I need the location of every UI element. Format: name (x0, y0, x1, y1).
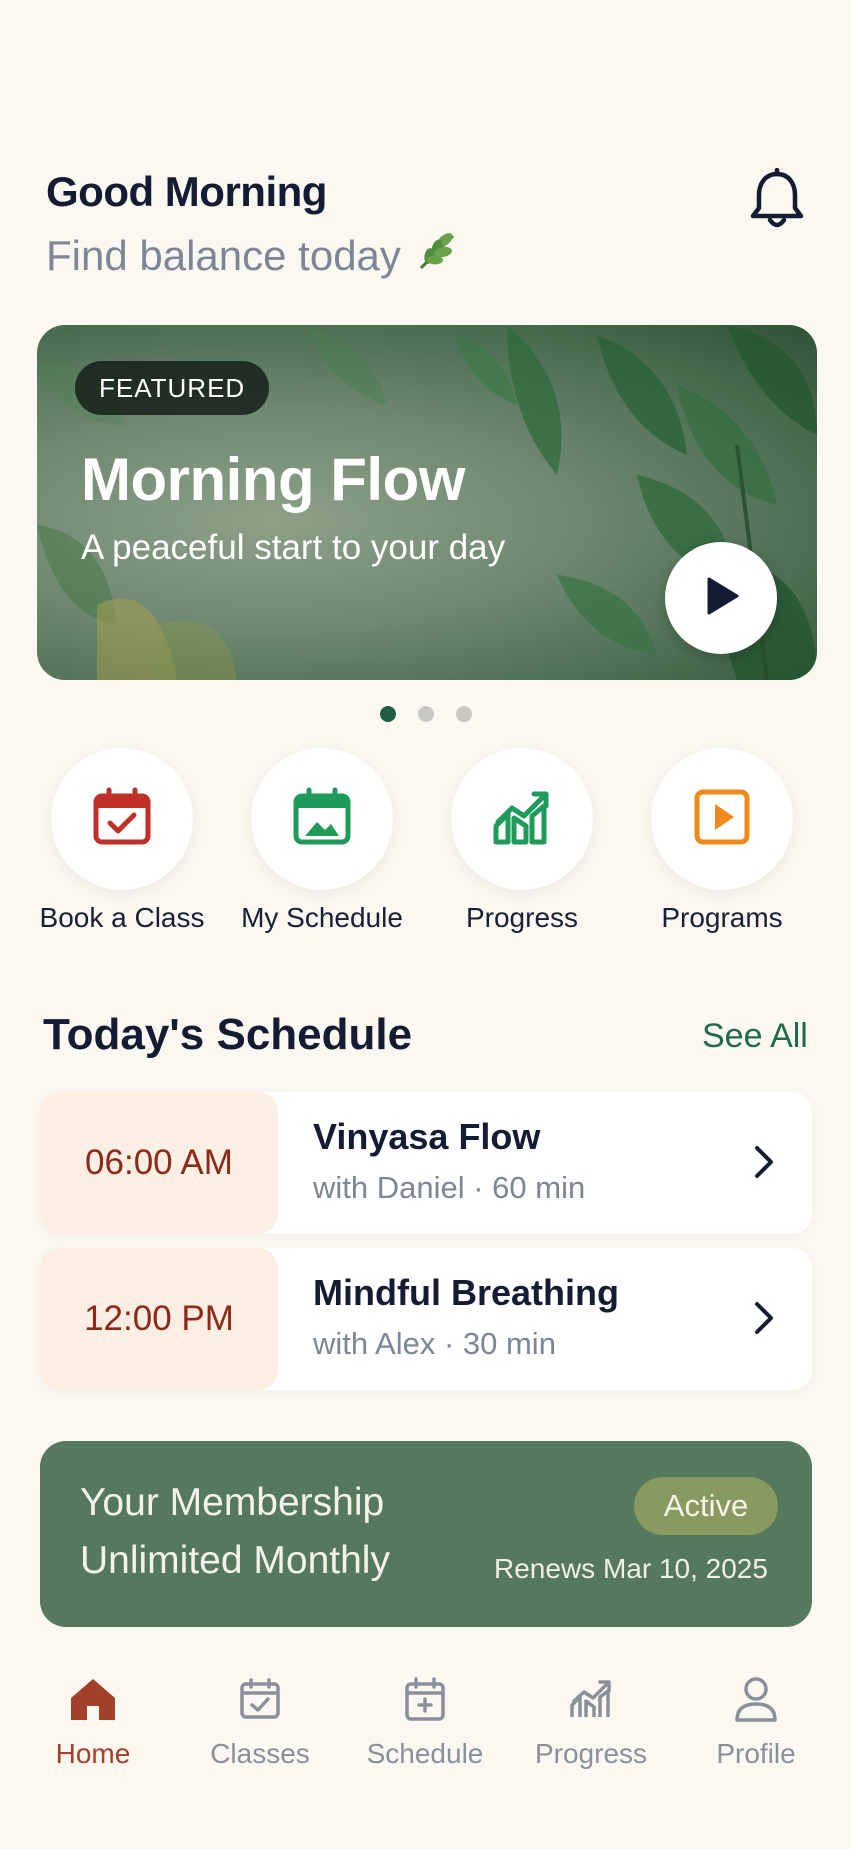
membership-plan: Unlimited Monthly (80, 1539, 390, 1582)
class-name: Mindful Breathing (313, 1272, 619, 1313)
featured-badge: FEATURED (75, 361, 270, 415)
greeting-subtitle: Find balance today (46, 228, 461, 284)
bell-icon[interactable] (748, 167, 806, 232)
schedule-item[interactable]: 12:00 PM Mindful Breathing with Alex · 3… (40, 1248, 812, 1390)
chart-up-icon (516, 1672, 666, 1726)
carousel-indicator (380, 706, 472, 722)
quick-action-programs[interactable]: Programs (622, 748, 822, 934)
schedule-time: 12:00 PM (40, 1248, 278, 1390)
chart-up-icon (490, 786, 554, 853)
quick-action-my-schedule[interactable]: My Schedule (222, 748, 422, 934)
chevron-right-icon[interactable] (752, 1142, 776, 1187)
home-icon (18, 1672, 168, 1726)
quick-action-label: Progress (465, 902, 579, 933)
calendar-icon (291, 786, 353, 853)
schedule-title: Today's Schedule (43, 1010, 413, 1059)
nav-label: Schedule (366, 1738, 484, 1769)
nav-classes[interactable]: Classes (185, 1672, 335, 1770)
leaf-icon (415, 228, 461, 284)
schedule-item[interactable]: 06:00 AM Vinyasa Flow with Daniel · 60 m… (40, 1092, 812, 1234)
user-icon (681, 1672, 831, 1726)
calendar-check-icon (185, 1672, 335, 1726)
quick-action-circle[interactable] (51, 748, 193, 890)
quick-action-label: Book a Class (39, 902, 205, 933)
membership-heading: Your Membership (80, 1481, 385, 1524)
nav-label: Progress (534, 1738, 648, 1769)
quick-action-label: My Schedule (241, 902, 403, 933)
play-button[interactable] (665, 542, 777, 654)
schedule-time: 06:00 AM (40, 1092, 278, 1234)
status-badge: Active (634, 1477, 778, 1535)
nav-progress[interactable]: Progress (516, 1672, 666, 1770)
calendar-icon (350, 1672, 500, 1726)
nav-label: Classes (210, 1738, 310, 1769)
nav-label: Home (55, 1738, 131, 1769)
video-icon (692, 787, 752, 852)
class-meta: with Alex · 30 min (313, 1326, 556, 1361)
nav-home[interactable]: Home (18, 1672, 168, 1770)
renewal-date: Renews Mar 10, 2025 (494, 1553, 768, 1584)
quick-action-book-a-class[interactable]: Book a Class (22, 748, 222, 934)
see-all-link[interactable]: See All (702, 1017, 808, 1056)
carousel-dot[interactable] (456, 706, 472, 722)
carousel-dot[interactable] (418, 706, 434, 722)
chevron-right-icon[interactable] (752, 1298, 776, 1343)
membership-card[interactable]: Your Membership Unlimited Monthly Active… (40, 1441, 812, 1627)
greeting-subtitle-text: Find balance today (46, 232, 401, 279)
quick-action-circle[interactable] (251, 748, 393, 890)
featured-title: Morning Flow (81, 446, 465, 513)
quick-action-circle[interactable] (451, 748, 593, 890)
calendar-check-icon (91, 786, 153, 853)
carousel-dot[interactable] (380, 706, 396, 722)
quick-action-progress[interactable]: Progress (422, 748, 622, 934)
class-meta: with Daniel · 60 min (313, 1170, 586, 1205)
play-icon (699, 574, 743, 623)
nav-profile[interactable]: Profile (681, 1672, 831, 1770)
quick-action-label: Programs (661, 902, 783, 933)
nav-label: Profile (716, 1738, 796, 1769)
quick-action-circle[interactable] (651, 748, 793, 890)
greeting-title: Good Morning (46, 168, 327, 215)
featured-card[interactable]: FEATURED Morning Flow A peaceful start t… (37, 325, 817, 680)
featured-subtitle: A peaceful start to your day (81, 528, 506, 567)
class-name: Vinyasa Flow (313, 1116, 541, 1157)
nav-schedule[interactable]: Schedule (350, 1672, 500, 1770)
